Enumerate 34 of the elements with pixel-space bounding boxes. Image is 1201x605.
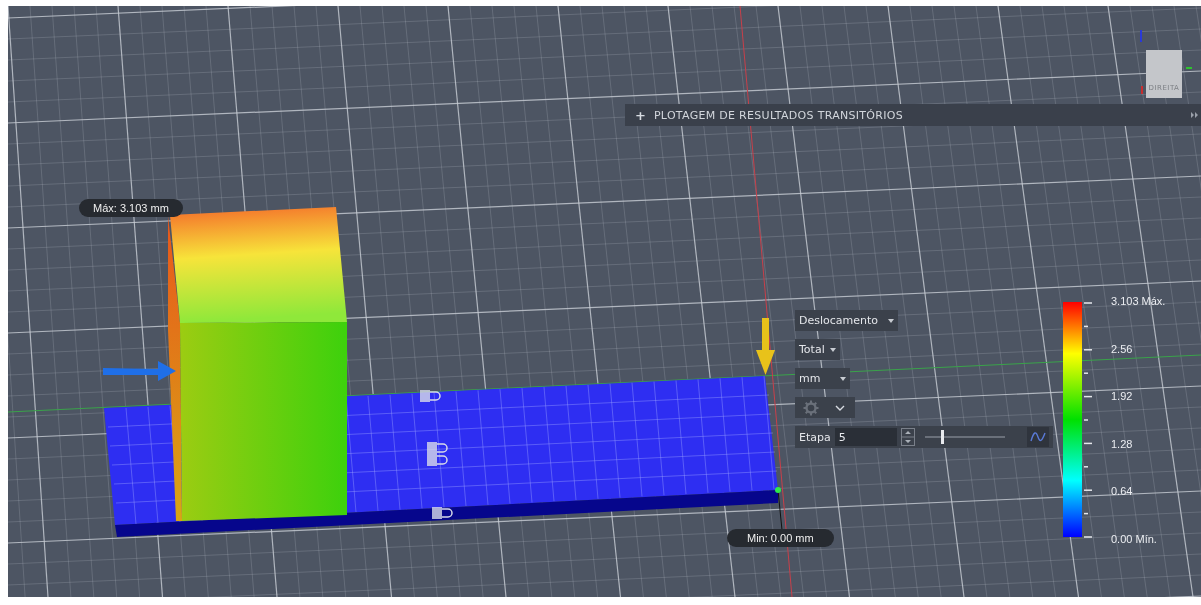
legend-value: 1.92 [1111, 390, 1134, 403]
padlock-icon [427, 442, 448, 454]
panel-title: PLOTAGEM DE RESULTADOS TRANSITÓRIOS [653, 108, 905, 122]
expand-icon[interactable]: + [635, 107, 646, 123]
spinner-icon [900, 428, 915, 446]
graph-button[interactable] [1027, 427, 1049, 447]
load-arrow-icon [756, 318, 775, 375]
step-field[interactable]: 5 [834, 428, 897, 446]
step-label: Etapa [799, 430, 831, 444]
slider-thumb[interactable] [940, 430, 944, 444]
settings-icon [803, 399, 819, 416]
legend-value: 1.28 [1111, 437, 1134, 450]
legend-value: 2.56 [1111, 342, 1134, 355]
legend-value: 0.64 [1111, 485, 1134, 498]
axis-triad-icon [1140, 29, 1193, 95]
caret-icon [888, 318, 894, 323]
caret-icon [830, 347, 836, 352]
probe-label: Min: 0.00 mm [727, 529, 834, 547]
dropdown[interactable]: mm [795, 368, 850, 389]
panel-header[interactable]: + PLOTAGEM DE RESULTADOS TRANSITÓRIOS [625, 104, 1201, 126]
legend-value: 0.00 Mín. [1111, 532, 1158, 545]
caret-icon [840, 376, 846, 381]
legend-value: 3.103 Máx. [1111, 295, 1166, 307]
probe-point-icon [775, 487, 781, 493]
chevron-down-icon [835, 404, 845, 411]
graph-icon [1030, 432, 1046, 442]
force-arrow-icon [103, 361, 176, 381]
double-chevron-icon [1191, 112, 1198, 118]
dropdown[interactable]: Total [795, 339, 840, 360]
probe-label: Máx: 3.103 mm [79, 199, 183, 217]
dropdown[interactable]: Deslocamento [795, 310, 898, 331]
padlock-icon [427, 454, 448, 466]
padlock-icon [420, 390, 441, 402]
padlock-icon [432, 507, 453, 519]
